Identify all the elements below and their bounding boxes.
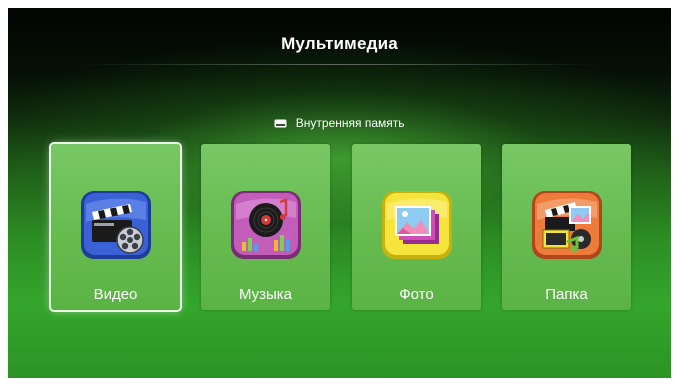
music-icon [231,191,301,259]
tile-folder-label: Папка [545,286,588,303]
tile-photo-label: Фото [399,286,434,303]
tile-video-label: Видео [93,286,138,303]
multimedia-screen: Мультимедиа Внутренняя память Видео Музы… [8,8,671,378]
video-icon [81,191,151,259]
title-divider [78,64,601,65]
drive-icon [274,119,287,128]
storage-selector[interactable]: Внутренняя память [8,116,671,130]
folder-icon [532,191,602,259]
page-title: Мультимедиа [281,34,398,53]
storage-label: Внутренняя память [295,116,405,130]
tile-music[interactable]: Музыка [201,144,330,310]
tile-music-label: Музыка [238,286,293,303]
tile-folder[interactable]: Папка [502,144,631,310]
photo-icon [382,191,452,259]
tile-video[interactable]: Видео [49,142,182,312]
tile-photo[interactable]: Фото [352,144,481,310]
